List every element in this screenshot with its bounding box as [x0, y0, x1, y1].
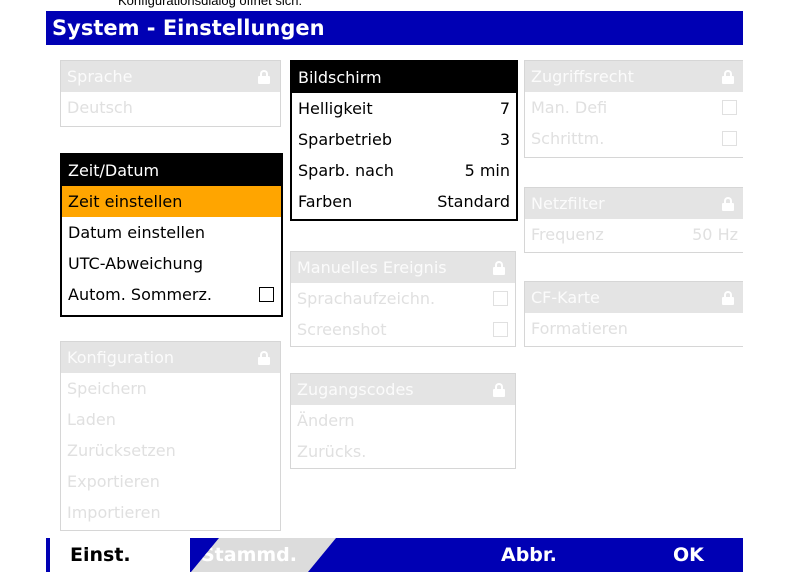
- menu-item-man-defi: Man. Defi: [525, 92, 743, 123]
- checkbox-label: Autom. Sommerz.: [68, 285, 212, 304]
- man-defi-checkbox: [722, 100, 737, 115]
- lock-icon: [722, 70, 734, 84]
- lock-icon: [258, 70, 270, 84]
- lock-icon: [258, 351, 270, 365]
- panel-header: Netzfilter: [525, 188, 743, 219]
- bottom-tab-bar: Stammd. Einst. Abbr. OK: [46, 538, 743, 572]
- lock-icon: [722, 291, 734, 305]
- panel-title-zugangscodes: Zugangscodes: [297, 380, 414, 399]
- menu-item-importieren: Importieren: [67, 503, 161, 522]
- sommerzeit-checkbox[interactable]: [259, 287, 274, 302]
- setting-value: 7: [499, 99, 510, 118]
- setting-sparb-nach[interactable]: Sparb. nach 5 min: [292, 155, 516, 186]
- checkbox-label: Schrittm.: [531, 129, 605, 148]
- panel-header: Bildschirm: [292, 62, 516, 93]
- checkbox-label: Screenshot: [297, 320, 387, 339]
- menu-item-zuruecksetzen: Zurücksetzen: [67, 441, 176, 460]
- window-title: System - Einstellungen: [46, 11, 743, 45]
- panel-title-sprache: Sprache: [67, 67, 133, 86]
- panel-header: Zugangscodes: [291, 374, 515, 405]
- panel-zugangscodes: Zugangscodes Ändern Zurücks.: [290, 373, 516, 469]
- panel-title-konfiguration: Konfiguration: [67, 348, 175, 367]
- panel-cf-karte: CF-Karte Formatieren: [524, 281, 743, 347]
- panel-header: Manuelles Ereignis: [291, 252, 515, 283]
- panel-netzfilter: Netzfilter Frequenz 50 Hz: [524, 187, 743, 253]
- panel-zugriffsrecht: Zugriffsrecht Man. Defi Schrittm.: [524, 60, 743, 158]
- panel-title-cf-karte: CF-Karte: [531, 288, 600, 307]
- setting-value: 50 Hz: [692, 225, 738, 244]
- ok-softkey[interactable]: OK: [673, 538, 704, 572]
- menu-item-screenshot: Screenshot: [291, 314, 515, 345]
- schrittm-checkbox: [722, 131, 737, 146]
- lock-icon: [493, 383, 505, 397]
- panel-header: Zugriffsrecht: [525, 61, 743, 92]
- panel-header: Konfiguration: [61, 342, 280, 373]
- setting-farben[interactable]: Farben Standard: [292, 186, 516, 217]
- tab-stammdaten[interactable]: Stammd.: [191, 538, 336, 572]
- menu-item-zeit-einstellen[interactable]: Zeit einstellen: [62, 186, 281, 217]
- menu-item-speichern: Speichern: [67, 379, 147, 398]
- setting-label: Sparb. nach: [298, 161, 394, 180]
- setting-frequenz: Frequenz 50 Hz: [525, 219, 743, 250]
- cancel-softkey[interactable]: Abbr.: [501, 538, 557, 572]
- panel-konfiguration: Konfiguration Speichern Laden Zurücksetz…: [60, 341, 281, 531]
- setting-value: 3: [499, 130, 510, 149]
- panel-title-bildschirm: Bildschirm: [298, 68, 382, 87]
- panel-header: Zeit/Datum: [62, 155, 281, 186]
- setting-label: Sparbetrieb: [298, 130, 392, 149]
- menu-item-aendern: Ändern: [297, 411, 355, 430]
- setting-helligkeit[interactable]: Helligkeit 7: [292, 93, 516, 124]
- panel-header: Sprache: [61, 61, 280, 92]
- panel-title-zeit-datum: Zeit/Datum: [68, 161, 160, 180]
- checkbox-label: Sprachaufzeichn.: [297, 289, 436, 308]
- panel-zeit-datum: Zeit/Datum Zeit einstellen Datum einstel…: [60, 153, 283, 317]
- setting-value: 5 min: [464, 161, 510, 180]
- panel-title-netzfilter: Netzfilter: [531, 194, 605, 213]
- setting-value: Standard: [437, 192, 510, 211]
- instruction-caption: Konfigurationsdialog öffnet sich:: [118, 0, 303, 8]
- menu-item-datum-einstellen[interactable]: Datum einstellen: [62, 217, 281, 248]
- panel-header: CF-Karte: [525, 282, 743, 313]
- sprachaufzeichnung-checkbox: [493, 291, 508, 306]
- menu-item-autom-sommerzeit[interactable]: Autom. Sommerz.: [62, 279, 281, 310]
- panel-title-zugriffsrecht: Zugriffsrecht: [531, 67, 634, 86]
- panel-sprache: Sprache Deutsch: [60, 60, 281, 127]
- lock-icon: [493, 261, 505, 275]
- screenshot-checkbox: [493, 322, 508, 337]
- panel-title-manuelles-ereignis: Manuelles Ereignis: [297, 258, 447, 277]
- panel-bildschirm: Bildschirm Helligkeit 7 Sparbetrieb 3 Sp…: [290, 60, 518, 221]
- menu-item-formatieren: Formatieren: [531, 319, 628, 338]
- tab-einstellungen[interactable]: Einst.: [50, 538, 190, 572]
- panel-manuelles-ereignis: Manuelles Ereignis Sprachaufzeichn. Scre…: [290, 251, 516, 347]
- menu-item-schrittm: Schrittm.: [525, 123, 743, 154]
- menu-item-laden: Laden: [67, 410, 116, 429]
- menu-item-exportieren: Exportieren: [67, 472, 160, 491]
- menu-item-deutsch: Deutsch: [67, 98, 133, 117]
- lock-icon: [722, 197, 734, 211]
- menu-item-zuruecks: Zurücks.: [297, 442, 367, 461]
- setting-label: Farben: [298, 192, 353, 211]
- checkbox-label: Man. Defi: [531, 98, 608, 117]
- setting-label: Helligkeit: [298, 99, 373, 118]
- menu-item-sprachaufzeichnung: Sprachaufzeichn.: [291, 283, 515, 314]
- setting-sparbetrieb[interactable]: Sparbetrieb 3: [292, 124, 516, 155]
- menu-item-utc-abweichung[interactable]: UTC-Abweichung: [62, 248, 281, 279]
- setting-label: Frequenz: [531, 225, 604, 244]
- device-screen: System - Einstellungen Sprache Deutsch Z…: [46, 11, 743, 572]
